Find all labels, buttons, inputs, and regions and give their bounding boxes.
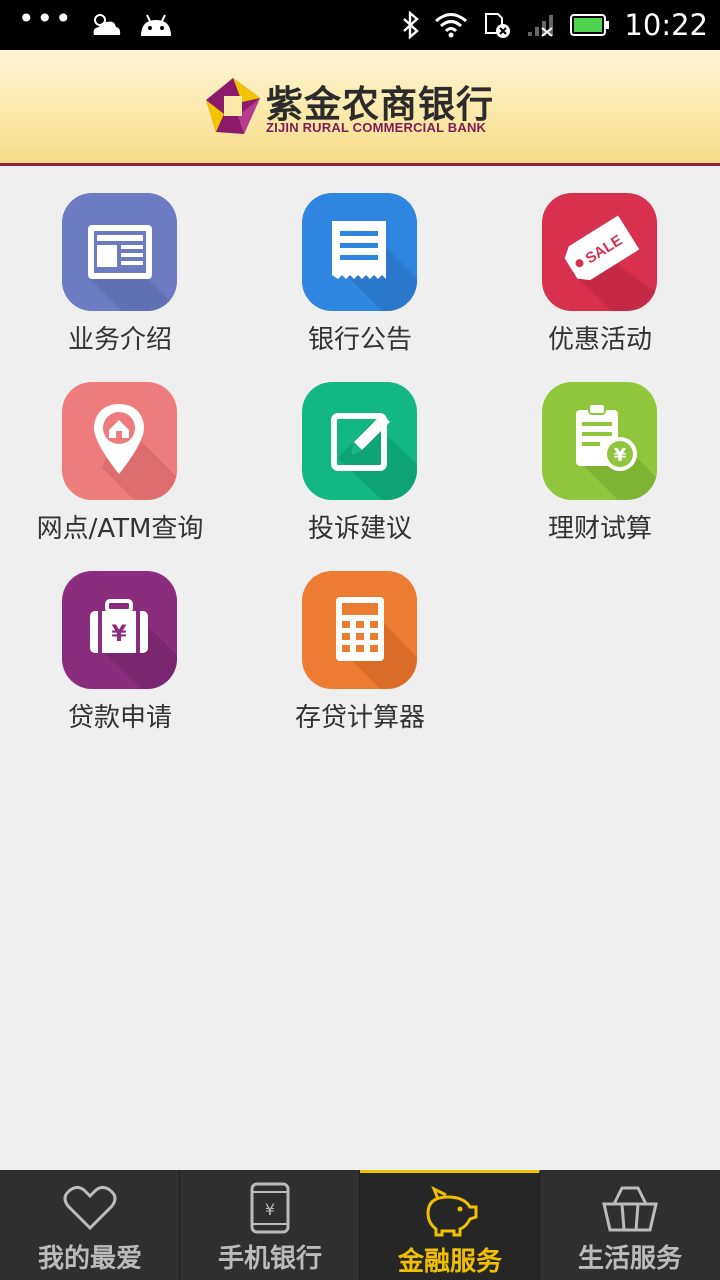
bank-logo: 紫金农商银行 ZIJIN RURAL COMMERCIAL BANK	[204, 74, 524, 144]
service-label: 优惠活动	[547, 325, 652, 355]
svg-text:¥: ¥	[265, 1200, 275, 1219]
bottom-nav: 我的最爱 ¥ 手机银行 金融服务 生活服务	[0, 1170, 720, 1280]
signal-icon	[528, 15, 554, 37]
bluetooth-icon	[403, 11, 420, 39]
weather-icon	[93, 14, 120, 35]
service-deposit-loan-calculator[interactable]: 存贷计算器	[240, 571, 480, 741]
wifi-icon	[435, 13, 468, 38]
service-promotions[interactable]: SALE 优惠活动	[480, 193, 720, 363]
tab-life-services[interactable]: 生活服务	[540, 1170, 720, 1280]
heart-icon	[63, 1185, 117, 1231]
service-business-intro[interactable]: 业务介绍	[0, 193, 240, 363]
android-icon	[140, 14, 171, 36]
status-bar: ••• 10:22	[0, 0, 720, 50]
service-label: 存贷计算器	[294, 703, 425, 733]
piggy-bank-icon	[426, 1185, 478, 1237]
battery-icon	[570, 14, 610, 36]
clock: 10:22	[624, 8, 708, 42]
tab-mobile-banking[interactable]: ¥ 手机银行	[180, 1170, 360, 1280]
tab-favorites[interactable]: 我的最爱	[0, 1170, 180, 1280]
bank-name-en: ZIJIN RURAL COMMERCIAL BANK	[266, 120, 487, 135]
sim-icon	[485, 13, 511, 38]
receipt-icon	[302, 193, 417, 311]
basket-icon	[602, 1186, 658, 1232]
service-label: 网点/ATM查询	[36, 514, 204, 544]
clipboard-yen-icon: ¥	[542, 382, 657, 500]
service-label: 贷款申请	[67, 703, 172, 733]
tab-label: 生活服务	[577, 1244, 682, 1274]
location-pin-icon	[62, 382, 177, 500]
briefcase-yen-icon: ¥	[62, 571, 177, 689]
service-label: 投诉建议	[307, 514, 412, 544]
bank-logo-icon	[206, 78, 260, 134]
service-complaints[interactable]: 投诉建议	[240, 382, 480, 552]
tab-label: 手机银行	[217, 1244, 322, 1274]
svg-text:¥: ¥	[614, 445, 627, 466]
svg-text:¥: ¥	[111, 622, 127, 647]
service-bank-announcement[interactable]: 银行公告	[240, 193, 480, 363]
edit-icon	[302, 382, 417, 500]
service-loan-application[interactable]: ¥ 贷款申请	[0, 571, 240, 741]
tab-label: 金融服务	[397, 1247, 502, 1277]
service-label: 银行公告	[307, 325, 412, 355]
notification-dots: •••	[18, 2, 74, 35]
sale-tag-icon: SALE	[542, 193, 657, 311]
service-label: 业务介绍	[67, 325, 172, 355]
app-header: 紫金农商银行 ZIJIN RURAL COMMERCIAL BANK	[0, 50, 720, 166]
calculator-icon	[302, 571, 417, 689]
tab-label: 我的最爱	[37, 1244, 142, 1274]
newspaper-icon	[62, 193, 177, 311]
tab-financial-services[interactable]: 金融服务	[360, 1170, 540, 1280]
phone-yen-icon: ¥	[250, 1182, 290, 1234]
service-branch-atm-search[interactable]: 网点/ATM查询	[0, 382, 240, 552]
service-label: 理财试算	[547, 514, 652, 544]
service-wealth-calculator[interactable]: ¥ 理财试算	[480, 382, 720, 552]
app-screen: ••• 10:22 紫金农商银行 ZIJIN RURAL COMMERCIAL …	[0, 0, 720, 1280]
